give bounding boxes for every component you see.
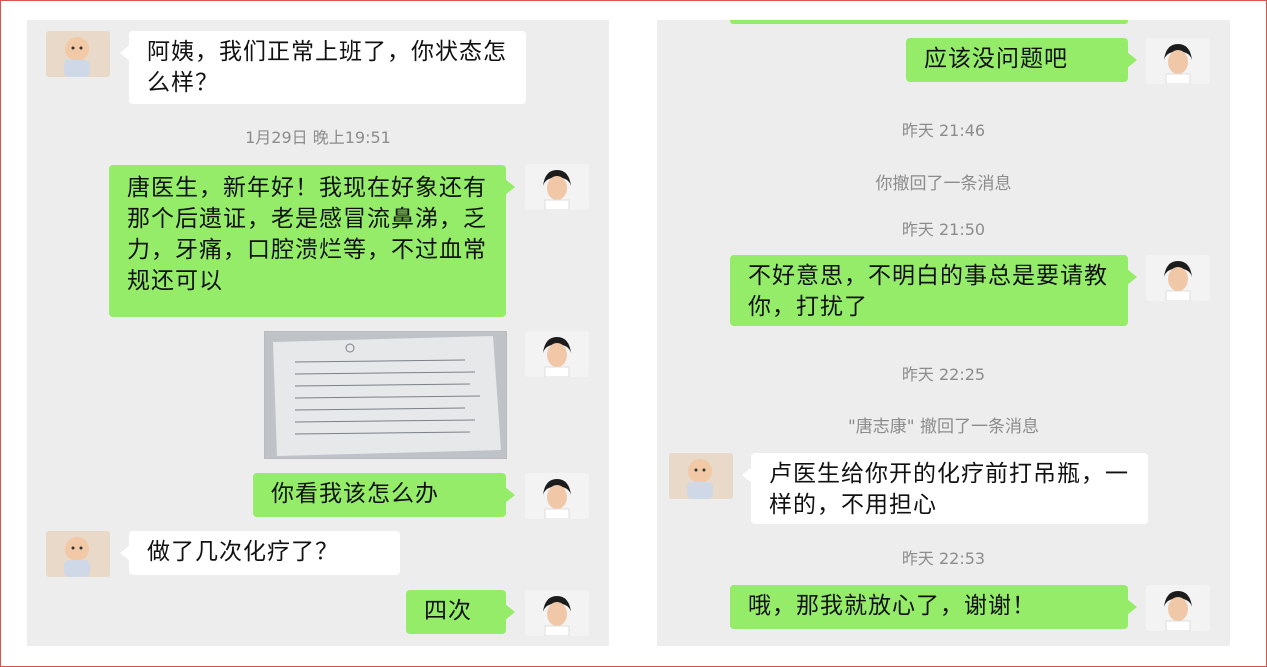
message-bubble-contact[interactable]: 阿姨，我们正常上班了，你状态怎么样？ [120,31,526,104]
self-avatar[interactable] [525,473,589,519]
system-message: 你撤回了一条消息 [875,174,1012,194]
message-text: 唐医生，新年好！我现在好象还有那个后遗证，老是感冒流鼻涕，乏力，牙痛，口腔溃烂等… [127,175,487,294]
contact-avatar[interactable] [46,31,110,77]
message-bubble-self[interactable]: 唐医生，新年好！我现在好象还有那个后遗证，老是感冒流鼻涕，乏力，牙痛，口腔溃烂等… [109,165,515,317]
system-message: "唐志康" 撤回了一条消息 [847,417,1040,437]
message-text: 应该没问题吧 [924,46,1068,72]
message-bubble-contact[interactable]: 卢医生给你开的化疗前打吊瓶，一样的，不用担心 [742,453,1148,524]
self-avatar[interactable] [1146,585,1210,631]
chat-panel-right[interactable]: 应该没问题吧 昨天 21:46 你撤回了一条消息 昨天 21:50 不好意思，不… [657,20,1230,646]
contact-avatar[interactable] [669,453,733,499]
timestamp: 昨天 21:46 [901,121,986,140]
self-avatar[interactable] [525,590,589,636]
message-text: 阿姨，我们正常上班了，你状态怎么样？ [147,39,507,96]
contact-avatar[interactable] [46,531,110,577]
message-bubble-self[interactable]: 不好意思，不明白的事总是要请教你，打扰了 [730,255,1137,326]
chat-panel-left[interactable]: 阿姨，我们正常上班了，你状态怎么样？ 1月29日 晚上19:51 唐医生，新年好… [27,20,609,646]
message-text: 哦，那我就放心了，谢谢！ [748,593,1036,619]
document-photo[interactable] [264,331,507,459]
self-avatar[interactable] [525,164,589,210]
previous-message-edge [730,20,1128,24]
self-avatar[interactable] [1146,38,1210,84]
timestamp: 1月29日 晚上19:51 [245,128,391,147]
message-bubble-self[interactable]: 应该没问题吧 [906,38,1137,82]
message-text: 卢医生给你开的化疗前打吊瓶，一样的，不用担心 [769,461,1129,518]
self-avatar[interactable] [1146,255,1210,301]
message-text: 不好意思，不明白的事总是要请教你，打扰了 [748,263,1108,320]
timestamp: 昨天 22:25 [901,365,986,384]
message-bubble-contact[interactable]: 做了几次化疗了？ [120,531,400,575]
self-avatar[interactable] [525,331,589,377]
message-bubble-self[interactable]: 哦，那我就放心了，谢谢！ [730,585,1137,629]
message-text: 四次 [424,598,472,624]
message-bubble-self[interactable]: 你看我该怎么办 [253,473,515,517]
message-text: 你看我该怎么办 [271,481,439,507]
message-text: 做了几次化疗了？ [147,539,339,565]
timestamp: 昨天 22:53 [901,549,986,568]
timestamp: 昨天 21:50 [901,220,986,239]
message-bubble-self[interactable]: 四次 [406,590,515,634]
